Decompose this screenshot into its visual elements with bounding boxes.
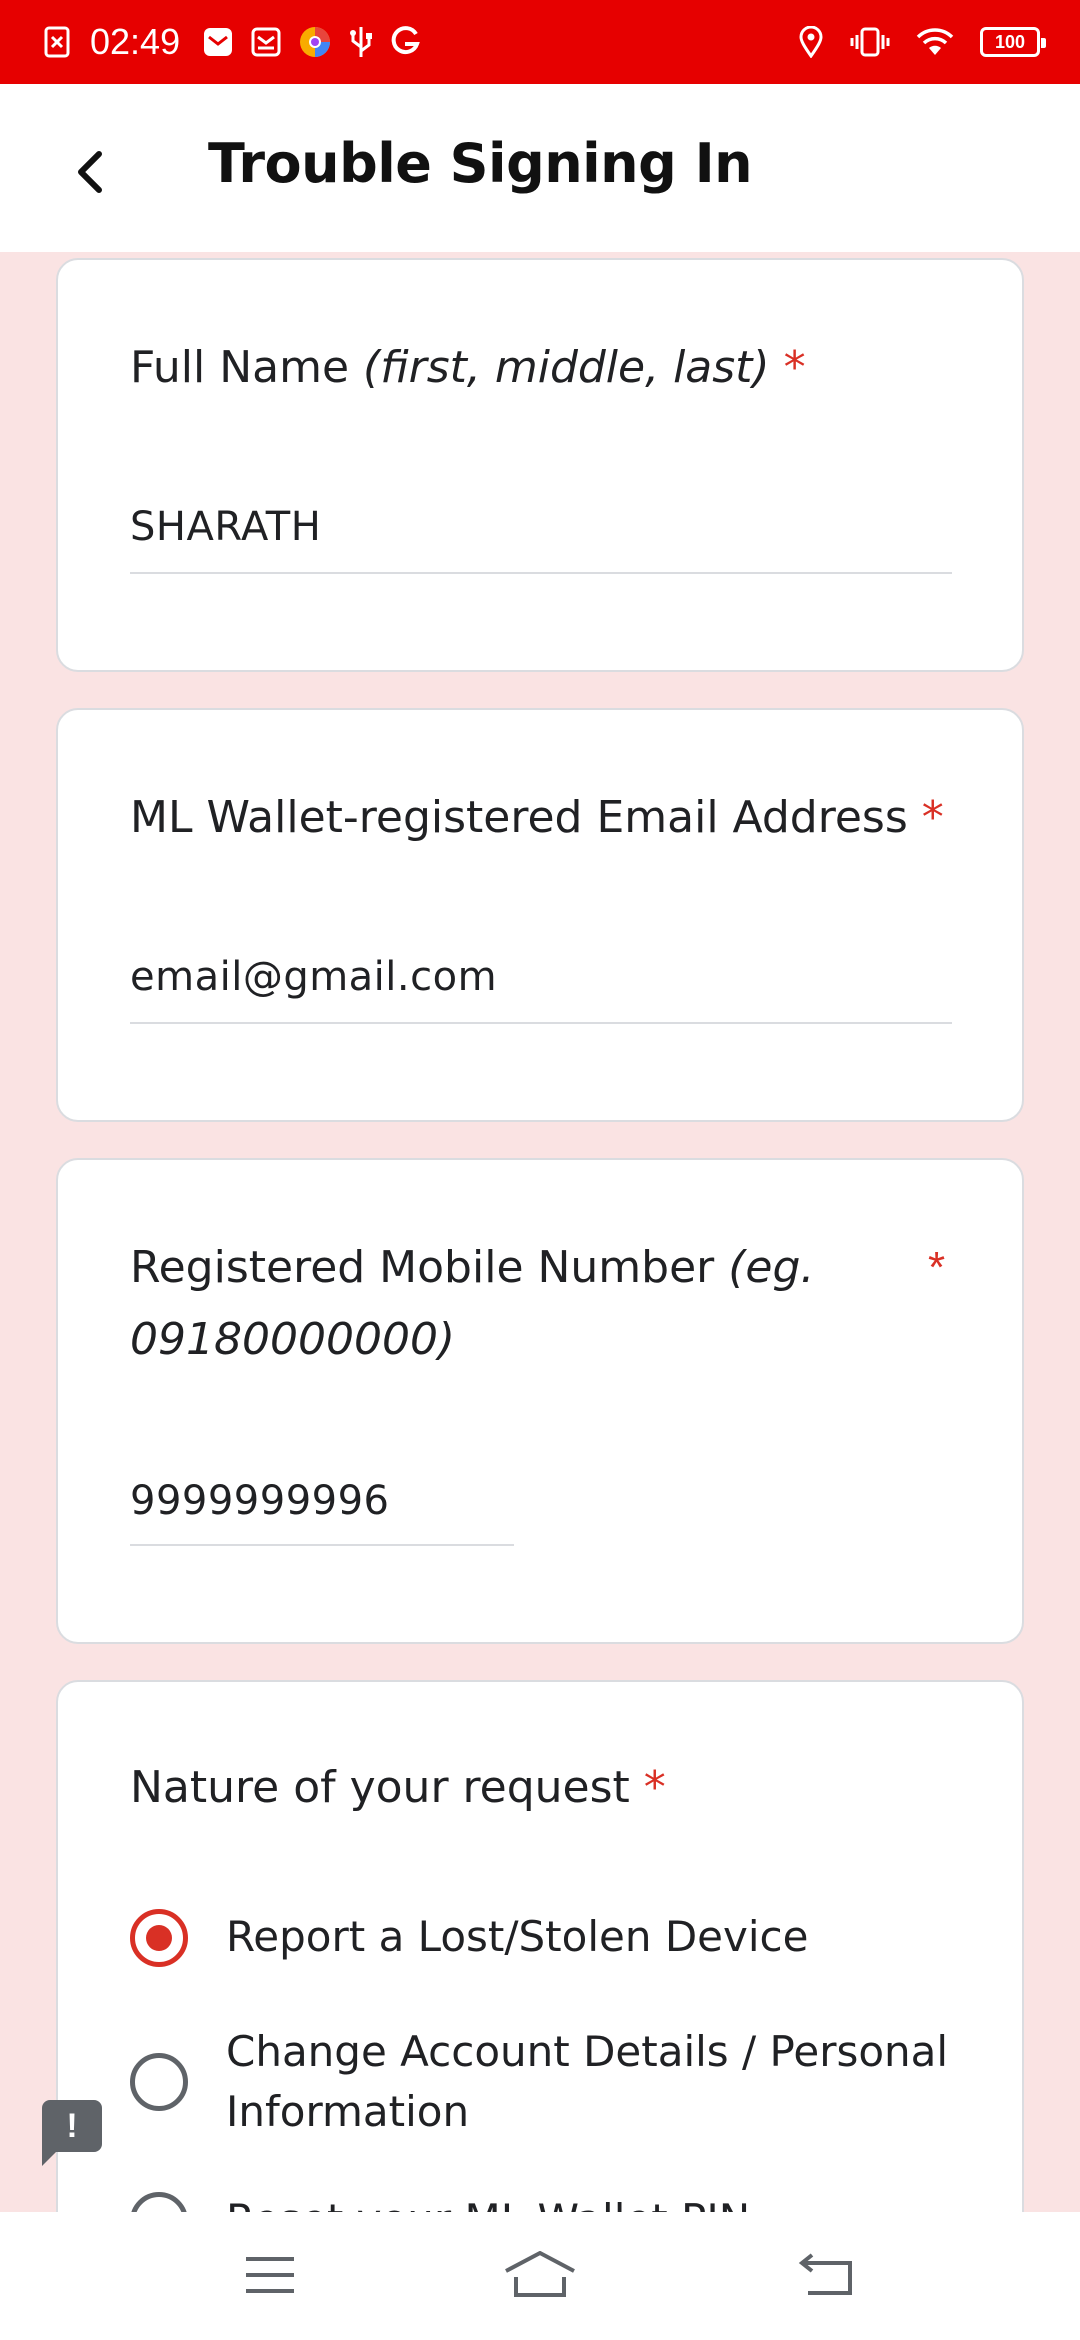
menu-icon <box>244 2255 296 2300</box>
page-title: Trouble Signing In <box>208 132 753 195</box>
required-asterisk: * <box>783 342 806 393</box>
usb-icon <box>348 25 374 59</box>
radio-button[interactable] <box>130 2053 188 2111</box>
mobile-question: Registered Mobile Number (eg. 0918000000… <box>130 1232 830 1376</box>
radio-option-lost-device[interactable]: Report a Lost/Stolen Device <box>130 1907 808 1967</box>
email-input[interactable]: email@gmail.com <box>130 954 497 1000</box>
back-chevron-icon <box>75 150 105 199</box>
navigation-bar <box>0 2212 1080 2340</box>
home-icon <box>504 2250 576 2304</box>
feedback-mark: ! <box>66 2106 78 2145</box>
mobile-hint-line1: (eg. <box>728 1242 815 1293</box>
mobile-input[interactable]: 9999999996 <box>130 1478 390 1524</box>
radio-option-label-line2: Information <box>226 2087 470 2136</box>
request-question: Nature of your request * <box>130 1752 666 1824</box>
radio-option-label: Report a Lost/Stolen Device <box>226 1912 809 1961</box>
radio-option-label-line1: Change Account Details / Personal <box>226 2027 949 2076</box>
full-name-input[interactable]: SHARATH <box>130 504 321 550</box>
required-asterisk: * <box>643 1762 666 1813</box>
browser-icon <box>298 25 332 59</box>
radio-option-change-details[interactable]: Change Account Details / Personal Inform… <box>130 2022 948 2142</box>
mobile-question-line2: 09180000000) <box>130 1304 830 1376</box>
email-question: ML Wallet-registered Email Address * <box>130 782 944 854</box>
email-card: ML Wallet-registered Email Address * ema… <box>56 708 1024 1122</box>
mail-icon <box>202 26 234 58</box>
mobile-card: Registered Mobile Number (eg. 0918000000… <box>56 1158 1024 1644</box>
app-bar: Trouble Signing In <box>0 84 1080 252</box>
battery-icon: 100 <box>980 27 1046 57</box>
required-asterisk: * <box>928 1243 946 1292</box>
email-label: ML Wallet-registered Email Address <box>130 792 908 843</box>
full-name-label: Full Name <box>130 342 364 393</box>
home-button[interactable] <box>490 2242 590 2312</box>
back-icon <box>798 2252 854 2302</box>
battery-level: 100 <box>994 31 1026 52</box>
full-name-question: Full Name (first, middle, last) * <box>130 332 806 404</box>
location-icon <box>798 26 824 58</box>
required-asterisk: * <box>921 792 944 843</box>
back-nav-button[interactable] <box>776 2242 876 2312</box>
feedback-icon[interactable]: ! <box>42 2100 102 2166</box>
wifi-icon <box>916 27 954 57</box>
full-name-card: Full Name (first, middle, last) * SHARAT… <box>56 258 1024 672</box>
close-box-icon <box>44 26 70 58</box>
vibrate-icon <box>850 26 890 58</box>
full-name-underline <box>130 572 952 574</box>
mobile-question-line1: Registered Mobile Number (eg. <box>130 1232 830 1304</box>
full-name-hint: (first, middle, last) <box>363 342 770 393</box>
status-bar: 02:49 100 <box>0 0 1080 84</box>
status-right: 100 <box>798 18 1046 66</box>
menu-button[interactable] <box>220 2242 320 2312</box>
email-underline <box>130 1022 952 1024</box>
radio-button-checked[interactable] <box>130 1909 188 1967</box>
back-button[interactable] <box>50 134 130 214</box>
radio-option-label: Change Account Details / Personal Inform… <box>226 2022 948 2142</box>
status-left: 02:49 <box>44 18 420 66</box>
google-icon <box>390 26 420 58</box>
mobile-underline <box>130 1544 514 1546</box>
status-time: 02:49 <box>90 21 181 62</box>
request-label: Nature of your request <box>130 1762 630 1813</box>
inbox-icon <box>250 26 282 58</box>
mobile-hint-line2: 09180000000) <box>130 1314 456 1365</box>
mobile-label: Registered Mobile Number <box>130 1242 729 1293</box>
